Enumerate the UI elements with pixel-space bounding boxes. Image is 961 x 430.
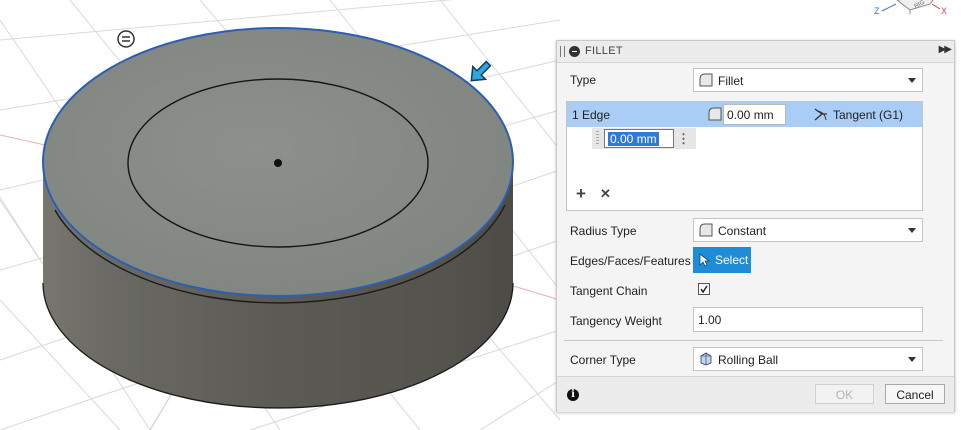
tangency-weight-input[interactable]: 1.00 (693, 307, 923, 332)
viewcube-axis-z-line (881, 3, 897, 12)
tangent-chain-label: Tangent Chain (570, 284, 648, 298)
radius-type-label: Radius Type (570, 224, 637, 238)
check-icon (700, 285, 708, 294)
rolling-ball-icon (700, 352, 712, 366)
corner-type-label: Corner Type (570, 353, 636, 367)
fillet-manipulator-arrow-icon[interactable] (465, 57, 495, 87)
constant-radius-icon (699, 223, 713, 237)
dialog-title: FILLET (585, 45, 623, 57)
more-options-icon[interactable] (682, 132, 685, 145)
dialog-footer: i OK Cancel (557, 376, 954, 412)
viewcube-axis-x-line (931, 3, 941, 10)
center-point[interactable] (274, 159, 282, 167)
type-dropdown[interactable]: Fillet (693, 68, 923, 92)
edge-selection-table: 1 Edge 0.00 mm Tangent (G1) 0.00 mm + ✕ (566, 101, 923, 211)
edge-radius-input[interactable]: 0.00 mm (723, 104, 786, 125)
x-icon[interactable]: ✕ (600, 186, 611, 202)
tangent-chain-checkbox[interactable] (698, 283, 710, 295)
ok-button[interactable]: OK (815, 384, 874, 404)
chevron-down-icon (908, 228, 916, 233)
drag-handle-icon[interactable] (560, 46, 565, 57)
section-divider (564, 340, 943, 341)
tangent-continuity-icon[interactable] (813, 106, 829, 122)
fillet-dialog: FILLET ▶▶ Type Fillet 1 Edge 0.00 mm Tan… (556, 40, 955, 412)
radius-icon (708, 107, 722, 121)
edges-faces-features-label: Edges/Faces/Features (570, 254, 691, 268)
list-item[interactable]: 0.00 mm (592, 128, 696, 149)
viewcube-axis-x: X (941, 6, 947, 16)
expand-panel-icon[interactable]: ▶▶ (939, 44, 952, 55)
type-label: Type (570, 73, 597, 87)
plus-icon[interactable]: + (576, 184, 586, 204)
cancel-button[interactable]: Cancel (885, 384, 945, 404)
dialog-header[interactable]: FILLET ▶▶ (557, 41, 954, 63)
chevron-down-icon (908, 78, 916, 83)
viewcube[interactable]: Z RIG X (866, 0, 961, 24)
select-button[interactable]: Select (693, 247, 751, 273)
table-row[interactable]: 1 Edge 0.00 mm Tangent (G1) (567, 102, 922, 127)
type-value: Fillet (718, 74, 744, 88)
fillet-type-icon (699, 73, 713, 87)
tangency-label[interactable]: Tangent (G1) (833, 108, 903, 122)
cursor-arrow-icon (699, 253, 711, 267)
radius-type-value: Constant (718, 224, 767, 238)
tangency-weight-label: Tangency Weight (570, 314, 662, 328)
info-icon[interactable]: i (567, 389, 579, 401)
viewcube-axis-z: Z (874, 6, 880, 16)
collapse-icon[interactable] (569, 46, 580, 57)
fillet-marker-icon[interactable] (117, 30, 135, 48)
select-button-label: Select (715, 253, 749, 267)
edge-count-label: 1 Edge (572, 108, 611, 122)
drag-handle-icon[interactable] (596, 131, 599, 146)
radius-type-dropdown[interactable]: Constant (693, 218, 923, 242)
corner-type-value: Rolling Ball (718, 353, 779, 367)
radius-value-selected-text: 0.00 mm (608, 132, 659, 146)
radius-value-input[interactable]: 0.00 mm (604, 129, 674, 148)
chevron-down-icon (908, 357, 916, 362)
corner-type-dropdown[interactable]: Rolling Ball (693, 347, 923, 371)
